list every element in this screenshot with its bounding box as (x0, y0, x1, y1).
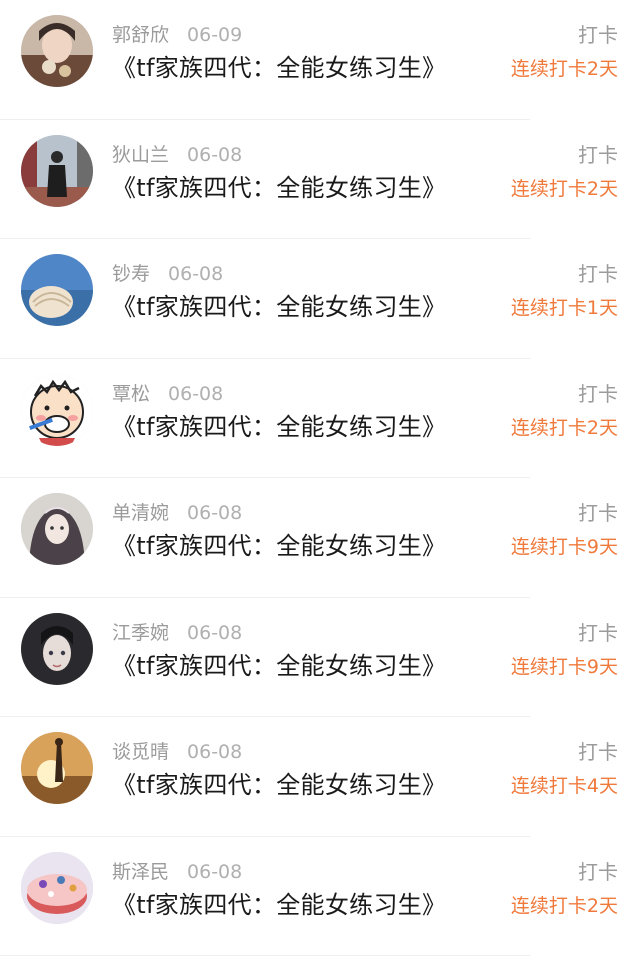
post-date: 06-08 (187, 502, 243, 524)
user-name[interactable]: 郭舒欣 (112, 24, 169, 46)
book-title[interactable]: 《tf家族四代：全能女练习生》 (112, 51, 446, 85)
user-avatar-icon[interactable] (21, 134, 93, 207)
book-title[interactable]: 《tf家族四代：全能女练习生》 (112, 171, 446, 205)
user-avatar-icon[interactable] (21, 15, 93, 87)
streak-count: 连续打卡2天 (510, 416, 618, 439)
user-avatar-icon[interactable] (21, 732, 93, 804)
list-item[interactable]: 覃松 06-08 《tf家族四代：全能女练习生》 打卡 连续打卡2天 (0, 359, 640, 478)
avatar-seashell-icon (21, 254, 93, 326)
avatar-cake-icon (21, 851, 93, 924)
user-avatar-icon[interactable] (21, 612, 93, 685)
avatar-sunset-icon (21, 732, 93, 804)
checkin-label: 打卡 (578, 262, 618, 286)
checkin-label: 打卡 (578, 740, 618, 764)
user-name[interactable]: 江季婉 (112, 622, 169, 644)
book-title[interactable]: 《tf家族四代：全能女练习生》 (112, 529, 446, 563)
book-title[interactable]: 《tf家族四代：全能女练习生》 (112, 290, 446, 324)
user-name[interactable]: 斯泽民 (112, 861, 169, 883)
post-date: 06-08 (168, 382, 224, 405)
streak-count: 连续打卡1天 (510, 297, 618, 319)
streak-count: 连续打卡2天 (510, 894, 618, 917)
book-title[interactable]: 《tf家族四代：全能女练习生》 (112, 888, 446, 922)
avatar-street-icon (21, 134, 93, 207)
streak-count: 连续打卡4天 (510, 775, 618, 797)
avatar-cartoon-boy-icon (21, 373, 93, 446)
user-avatar-icon[interactable] (21, 493, 93, 565)
checkin-label: 打卡 (578, 142, 618, 167)
post-date: 06-08 (187, 860, 243, 883)
book-title[interactable]: 《tf家族四代：全能女练习生》 (112, 768, 446, 802)
user-avatar-icon[interactable] (21, 254, 93, 326)
checkin-label: 打卡 (578, 381, 618, 406)
list-item[interactable]: 郭舒欣 06-09 《tf家族四代：全能女练习生》 打卡 连续打卡2天 (0, 0, 640, 120)
streak-count: 连续打卡9天 (510, 655, 618, 678)
checkin-label: 打卡 (578, 501, 618, 525)
book-title[interactable]: 《tf家族四代：全能女练习生》 (112, 649, 446, 683)
book-title[interactable]: 《tf家族四代：全能女练习生》 (112, 410, 446, 444)
user-name[interactable]: 钞寿 (112, 263, 150, 285)
checkin-label: 打卡 (578, 620, 618, 645)
list-item[interactable]: 单清婉 06-08 《tf家族四代：全能女练习生》 打卡 连续打卡9天 (0, 478, 640, 598)
list-item[interactable]: 狄山兰 06-08 《tf家族四代：全能女练习生》 打卡 连续打卡2天 (0, 120, 640, 239)
checkin-list: 郭舒欣 06-09 《tf家族四代：全能女练习生》 打卡 连续打卡2天 狄山兰 06… (0, 0, 640, 956)
list-item[interactable]: 斯泽民 06-08 《tf家族四代：全能女练习生》 打卡 连续打卡2天 (0, 837, 640, 956)
list-item[interactable]: 钞寿 06-08 《tf家族四代：全能女练习生》 打卡 连续打卡1天 (0, 239, 640, 359)
list-item[interactable]: 江季婉 06-08 《tf家族四代：全能女练习生》 打卡 连续打卡9天 (0, 598, 640, 717)
user-name[interactable]: 谈觅晴 (112, 741, 169, 763)
streak-count: 连续打卡9天 (510, 536, 618, 558)
user-name[interactable]: 狄山兰 (112, 144, 169, 166)
user-avatar-icon[interactable] (21, 373, 93, 446)
checkin-label: 打卡 (578, 859, 618, 884)
post-date: 06-08 (168, 263, 224, 285)
streak-count: 连续打卡2天 (510, 177, 618, 200)
avatar-selfie-icon (21, 15, 93, 87)
post-date: 06-09 (187, 24, 243, 46)
list-item[interactable]: 谈觅晴 06-08 《tf家族四代：全能女练习生》 打卡 连续打卡4天 (0, 717, 640, 837)
user-avatar-icon[interactable] (21, 851, 93, 924)
avatar-anime-girl-icon (21, 493, 93, 565)
divider (0, 955, 530, 956)
streak-count: 连续打卡2天 (510, 58, 618, 80)
avatar-anime-portrait-icon (21, 612, 93, 685)
post-date: 06-08 (187, 621, 243, 644)
post-date: 06-08 (187, 143, 243, 166)
checkin-label: 打卡 (578, 23, 618, 47)
user-name[interactable]: 单清婉 (112, 502, 169, 524)
post-date: 06-08 (187, 741, 243, 763)
user-name[interactable]: 覃松 (112, 383, 150, 405)
